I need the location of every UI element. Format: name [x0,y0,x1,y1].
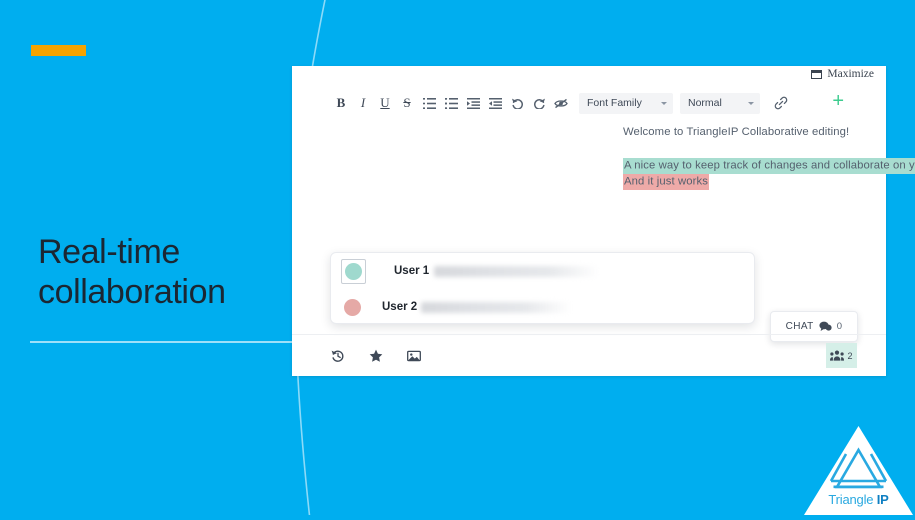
user-name: User 2 [382,301,418,313]
avatar [344,298,361,316]
editor-bottom-toolbar [292,334,886,376]
image-icon[interactable] [406,348,422,364]
user-name: User 1 [394,265,430,277]
headline-divider [30,341,292,343]
undo-icon[interactable] [506,91,528,115]
headline-line-1: Real-time [38,233,180,271]
italic-button[interactable]: I [352,91,374,115]
doc-line-2-highlight: A nice way to keep track of changes and … [623,157,915,174]
redo-icon[interactable] [528,91,550,115]
indent-icon[interactable] [462,91,484,115]
accent-bar [31,45,86,56]
avatar [345,262,362,280]
doc-line-1: Welcome to TriangleIP Collaborative edit… [623,126,850,138]
maximize-icon [811,69,823,79]
heading-level-value: Normal [688,97,722,109]
formatting-toolbar: B I U S Font Family Normal [292,86,886,120]
outdent-icon[interactable] [484,91,506,115]
headline-line-2: collaboration [38,273,226,312]
list-item[interactable]: User 2 [331,289,754,325]
slide-canvas: Real-time collaboration Maximize B I U S [0,0,915,515]
history-icon[interactable] [330,348,346,364]
chat-bubble-icon [819,321,832,331]
font-family-select[interactable]: Font Family [579,92,673,114]
maximize-button[interactable]: Maximize [811,68,874,80]
heading-level-select[interactable]: Normal [680,92,760,114]
chat-label: CHAT [785,321,814,332]
doc-line-2: A nice way to keep track of changes and … [623,157,915,174]
chevron-down-icon [661,101,667,105]
underline-button[interactable]: U [374,91,396,115]
bold-button[interactable]: B [330,91,352,115]
bullet-list-icon[interactable] [440,91,462,115]
strikethrough-button[interactable]: S [396,91,418,115]
clear-format-icon[interactable] [550,91,572,115]
add-button[interactable]: + [832,91,844,111]
doc-line-3: And it just works [623,174,915,191]
user-detail-redacted [421,301,572,313]
font-family-value: Font Family [587,97,642,109]
page-title: Real-time collaboration [38,232,288,312]
chevron-down-icon [748,101,754,105]
link-icon[interactable] [770,91,792,115]
doc-line-3-highlight: And it just works [623,174,709,191]
star-icon[interactable] [368,348,384,364]
editor-window: Maximize B I U S Font Family Normal + We… [292,66,915,376]
chat-count: 0 [836,321,843,332]
avatar-selected-frame [341,258,366,284]
user-presence-card: User 1 User 2 [330,252,755,324]
maximize-label: Maximize [827,68,874,80]
list-item[interactable]: User 1 [331,253,754,289]
logo-name-light: Triangle [828,492,877,507]
logo-name-bold: IP [876,492,889,507]
ordered-list-icon[interactable] [418,91,440,115]
document-body[interactable]: Welcome to TriangleIP Collaborative edit… [623,124,915,191]
logo-text: Triangle IP [802,492,915,507]
user-detail-redacted [434,265,600,277]
logo: Triangle IP [802,424,915,515]
